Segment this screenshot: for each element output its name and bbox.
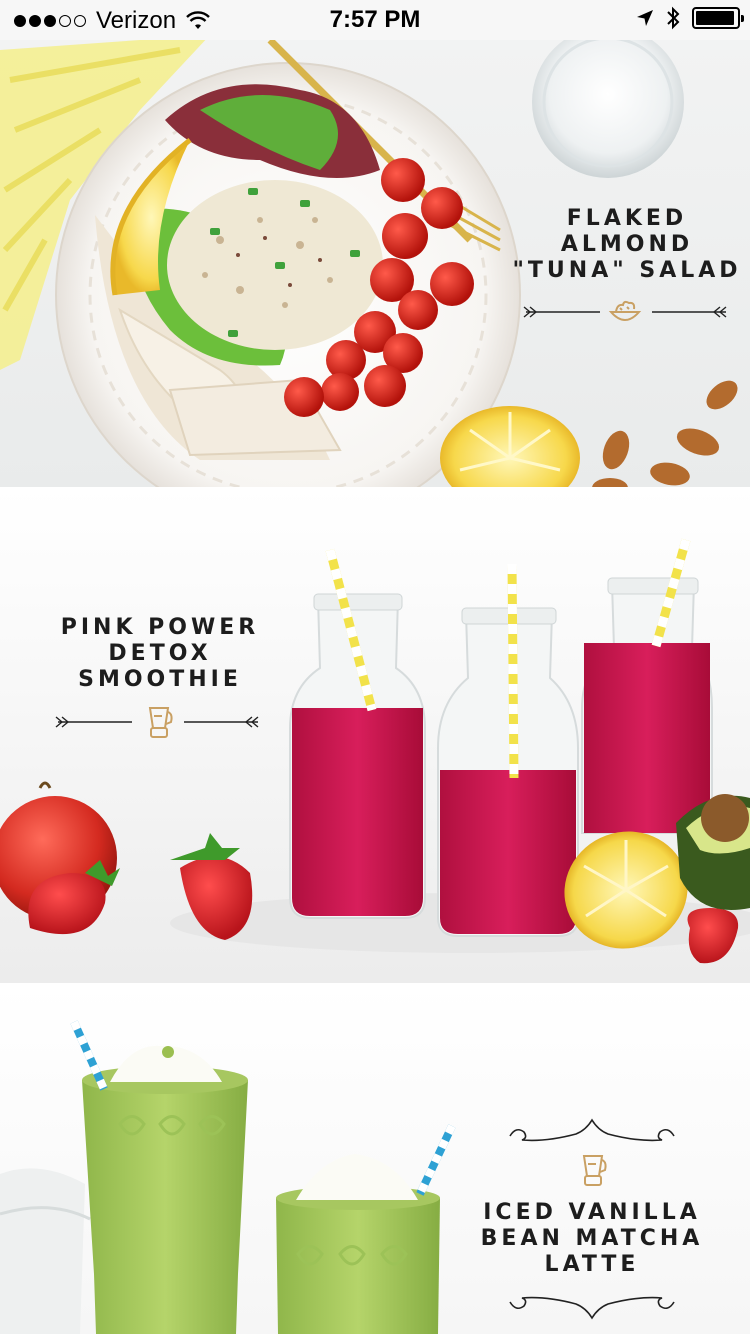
recipe-card-tuna-salad[interactable]: FLAKED ALMOND "TUNA" SALAD <box>0 40 750 488</box>
status-bar: Verizon 7:57 PM <box>0 0 750 40</box>
blender-icon <box>148 707 173 738</box>
recipe-title: ICED VANILLA BEAN MATCHA LATTE <box>480 1200 704 1277</box>
matcha-photo <box>0 1020 456 1334</box>
status-right <box>636 6 744 30</box>
recipe-title: FLAKED ALMOND "TUNA" SALAD <box>512 206 742 283</box>
blender-icon <box>582 1155 607 1186</box>
recipe-card-pink-smoothie[interactable]: PINK POWER DETOX SMOOTHIE <box>0 488 750 984</box>
salad-bowl-icon <box>608 300 642 321</box>
recipe-card-matcha-latte[interactable]: ICED VANILLA BEAN MATCHA LATTE <box>0 984 750 1334</box>
ornament-top <box>509 1118 675 1142</box>
smoothie-photo <box>0 538 750 964</box>
bluetooth-icon <box>667 6 680 30</box>
ornament-bottom <box>509 1296 675 1320</box>
battery-icon <box>692 7 744 29</box>
location-arrow-icon <box>637 10 653 26</box>
recipe-title: PINK POWER DETOX SMOOTHIE <box>60 615 260 692</box>
